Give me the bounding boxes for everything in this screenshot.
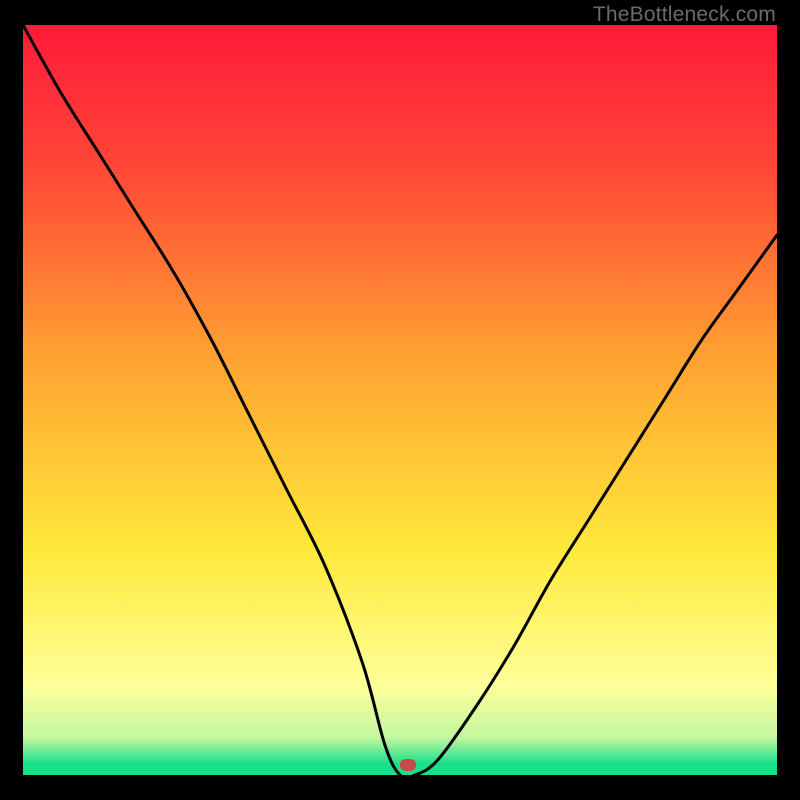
watermark-text: TheBottleneck.com <box>593 3 776 27</box>
chart-frame: TheBottleneck.com <box>0 0 800 800</box>
plot-area <box>23 25 777 775</box>
minimum-marker <box>400 759 416 771</box>
bottleneck-curve <box>23 25 777 775</box>
